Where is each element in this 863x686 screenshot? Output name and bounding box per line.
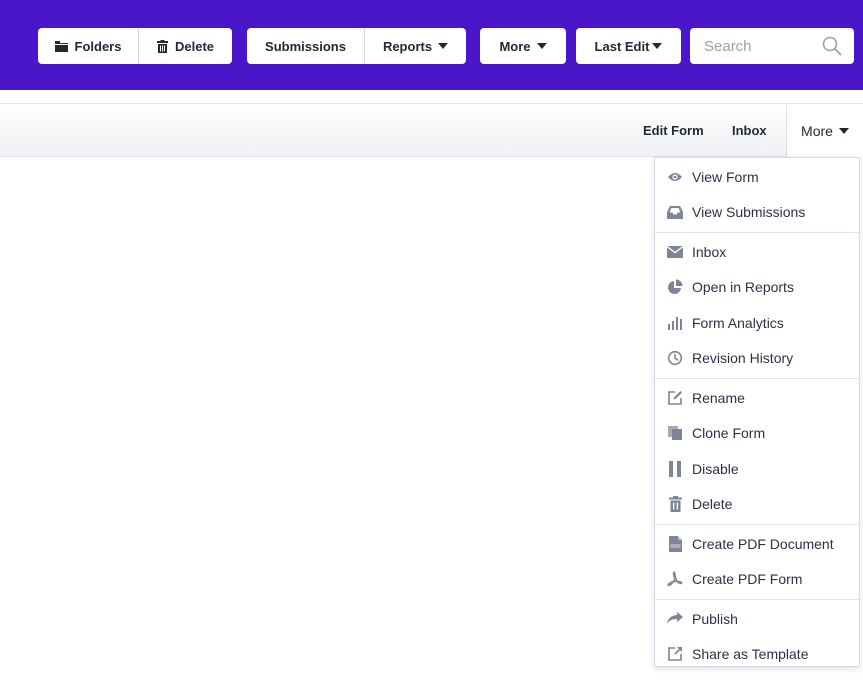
menu-item-label: Create PDF Document [692, 535, 834, 552]
acrobat-icon [666, 570, 684, 588]
last-edit-label: Last Edit [594, 38, 650, 54]
menu-item-view-form[interactable]: View Form [655, 159, 859, 195]
menu-item-form-analytics[interactable]: Form Analytics [655, 305, 859, 341]
report-actions-group: Submissions Reports [247, 28, 466, 64]
submissions-label: Submissions [265, 38, 346, 54]
last-edit-sort-button[interactable]: Last Edit [576, 28, 681, 64]
menu-item-view-submissions[interactable]: View Submissions [655, 195, 859, 231]
chevron-down-icon [536, 43, 547, 49]
submissions-button[interactable]: Submissions [247, 28, 364, 64]
tray-icon [666, 203, 684, 221]
delete-button[interactable]: Delete [138, 28, 232, 64]
pdf-file-icon [666, 535, 684, 553]
reports-label: Reports [382, 38, 433, 54]
eye-icon [666, 168, 684, 186]
menu-item-label: Inbox [692, 243, 727, 260]
trash-icon [666, 495, 684, 513]
menu-item-create-pdf-form[interactable]: Create PDF Form [655, 562, 859, 598]
menu-item-publish[interactable]: Publish [655, 601, 859, 637]
menu-item-label: Create PDF Form [692, 571, 803, 588]
more-toggle-label: More [801, 123, 833, 139]
menu-item-label: Publish [692, 610, 738, 627]
menu-item-inbox[interactable]: Inbox [655, 234, 859, 270]
search-input[interactable] [702, 36, 824, 56]
chevron-down-icon [652, 43, 663, 49]
pause-icon [666, 460, 684, 478]
menu-item-label: Form Analytics [692, 314, 784, 331]
external-share-icon [666, 645, 684, 663]
menu-item-disable[interactable]: Disable [655, 451, 859, 487]
folder-icon [54, 40, 68, 52]
more-menu-toggle[interactable]: More [786, 104, 863, 158]
reports-button[interactable]: Reports [364, 28, 466, 64]
menu-item-label: Rename [692, 389, 745, 406]
search-icon[interactable] [822, 36, 842, 61]
share-arrow-icon [666, 610, 684, 628]
inbox-link[interactable]: Inbox [732, 104, 767, 156]
pie-chart-icon [666, 278, 684, 296]
menu-item-label: Delete [692, 496, 733, 513]
delete-label: Delete [174, 38, 215, 54]
menu-item-label: View Submissions [692, 204, 806, 221]
folders-label: Folders [74, 38, 122, 54]
sort-group: Last Edit [576, 28, 681, 64]
edit-form-link[interactable]: Edit Form [643, 104, 704, 156]
envelope-icon [666, 243, 684, 261]
top-toolbar: Folders Delete Submissions Reports More … [0, 0, 863, 90]
folders-button[interactable]: Folders [38, 28, 138, 64]
menu-item-share-as-template[interactable]: Share as Template [655, 637, 859, 673]
edit-form-label: Edit Form [643, 122, 704, 138]
menu-item-label: Disable [692, 460, 739, 477]
bar-chart-icon [666, 314, 684, 332]
more-label: More [499, 38, 531, 54]
copy-icon [666, 424, 684, 442]
more-group: More [480, 28, 566, 64]
search-box [690, 28, 854, 64]
menu-item-label: Clone Form [692, 425, 766, 442]
menu-item-rename[interactable]: Rename [655, 380, 859, 416]
menu-section-manage: Rename Clone Form Disable Delete [655, 379, 859, 525]
menu-item-label: Revision History [692, 350, 794, 367]
menu-section-share: Publish Share as Template [655, 600, 859, 674]
menu-item-delete[interactable]: Delete [655, 487, 859, 523]
menu-section-pdf: Create PDF Document Create PDF Form [655, 525, 859, 600]
inbox-label: Inbox [732, 122, 767, 138]
folder-actions-group: Folders Delete [38, 28, 232, 64]
menu-item-label: View Form [692, 168, 759, 185]
menu-item-clone-form[interactable]: Clone Form [655, 416, 859, 452]
menu-item-revision-history[interactable]: Revision History [655, 341, 859, 377]
menu-section-view: View Form View Submissions [655, 158, 859, 233]
chevron-down-icon [838, 128, 849, 134]
menu-item-create-pdf-document[interactable]: Create PDF Document [655, 526, 859, 562]
more-dropdown-menu: View Form View Submissions Inbox Open in… [654, 157, 860, 667]
trash-icon [156, 39, 168, 53]
clock-icon [666, 349, 684, 367]
form-actions-bar: Edit Form Inbox More [0, 103, 863, 158]
chevron-down-icon [438, 43, 449, 49]
menu-item-label: Share as Template [692, 646, 809, 663]
more-button[interactable]: More [480, 28, 566, 64]
menu-item-label: Open in Reports [692, 279, 794, 296]
menu-item-open-in-reports[interactable]: Open in Reports [655, 270, 859, 306]
edit-icon [666, 389, 684, 407]
menu-section-reports: Inbox Open in Reports Form Analytics Rev… [655, 233, 859, 379]
